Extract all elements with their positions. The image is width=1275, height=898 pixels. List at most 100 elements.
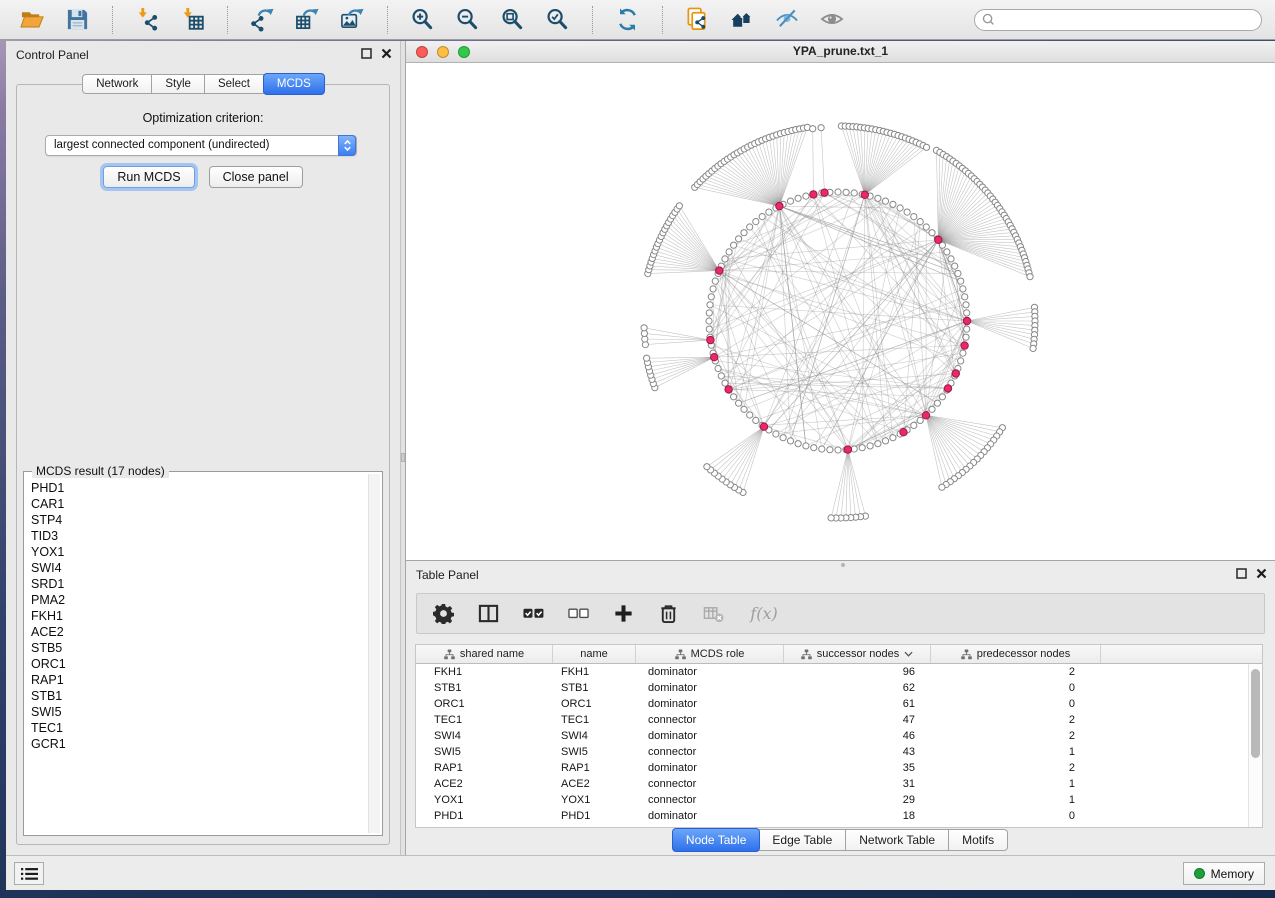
graph-node[interactable] (964, 310, 970, 316)
graph-node[interactable] (747, 412, 753, 418)
import-table-icon[interactable] (179, 6, 206, 33)
window-minimize-icon[interactable] (437, 46, 449, 58)
graph-node[interactable] (766, 209, 772, 215)
graph-node[interactable] (780, 435, 786, 441)
mcds-hub-node[interactable] (922, 412, 929, 419)
graph-node[interactable] (867, 443, 873, 449)
mcds-result-item[interactable]: ORC1 (31, 656, 366, 672)
graph-node[interactable] (706, 318, 712, 324)
tab-node-table[interactable]: Node Table (672, 828, 761, 852)
network-canvas[interactable] (406, 63, 1275, 560)
graph-node[interactable] (828, 515, 834, 521)
zoom-in-icon[interactable] (409, 6, 436, 33)
graph-node[interactable] (787, 198, 793, 204)
graph-node[interactable] (1030, 345, 1036, 351)
graph-node[interactable] (731, 394, 737, 400)
graph-node[interactable] (882, 198, 888, 204)
graph-node[interactable] (904, 209, 910, 215)
show-columns-icon[interactable] (477, 603, 499, 625)
graph-node[interactable] (710, 286, 716, 292)
mcds-result-item[interactable]: SWI5 (31, 704, 366, 720)
graph-node[interactable] (811, 445, 817, 451)
mcds-hub-node[interactable] (961, 342, 968, 349)
open-session-icon[interactable] (19, 6, 46, 33)
table-row[interactable]: STB1STB1dominator620 (416, 680, 1248, 696)
graph-node[interactable] (958, 358, 964, 364)
graph-node[interactable] (835, 189, 841, 195)
graph-node[interactable] (795, 195, 801, 201)
graph-node[interactable] (795, 441, 801, 447)
mcds-result-item[interactable]: FKH1 (31, 608, 366, 624)
graph-node[interactable] (843, 189, 849, 195)
graph-node[interactable] (747, 224, 753, 230)
graph-node[interactable] (773, 431, 779, 437)
mcds-hub-node[interactable] (900, 429, 907, 436)
mcds-result-item[interactable]: SWI4 (31, 560, 366, 576)
select-all-icon[interactable] (522, 603, 544, 625)
float-panel-icon[interactable] (361, 48, 372, 59)
export-table-icon[interactable] (294, 6, 321, 33)
graph-node[interactable] (944, 249, 950, 255)
close-panel-icon[interactable] (1256, 568, 1267, 579)
graph-node[interactable] (955, 270, 961, 276)
mcds-hub-node[interactable] (810, 191, 817, 198)
deselect-all-icon[interactable] (567, 603, 589, 625)
tab-network[interactable]: Network (82, 74, 152, 94)
table-row[interactable]: ACE2ACE2connector311 (416, 776, 1248, 792)
mcds-hub-node[interactable] (952, 370, 959, 377)
mcds-result-item[interactable]: CAR1 (31, 496, 366, 512)
clone-network-icon[interactable] (684, 6, 711, 33)
tab-network-table[interactable]: Network Table (846, 829, 949, 851)
mcds-hub-node[interactable] (716, 267, 723, 274)
mcds-list-scrollbar[interactable] (368, 474, 380, 833)
column-header-MCDS-role[interactable]: MCDS role (636, 645, 784, 663)
mcds-result-item[interactable]: PHD1 (31, 480, 366, 496)
column-header-predecessor-nodes[interactable]: predecessor nodes (931, 645, 1101, 663)
graph-node[interactable] (929, 406, 935, 412)
graph-node[interactable] (731, 242, 737, 248)
save-session-icon[interactable] (64, 6, 91, 33)
delete-column-icon[interactable] (657, 603, 679, 625)
float-panel-icon[interactable] (1236, 568, 1247, 579)
memory-button[interactable]: Memory (1183, 862, 1265, 885)
graph-node[interactable] (929, 230, 935, 236)
mcds-hub-node[interactable] (760, 423, 767, 430)
graph-node[interactable] (939, 484, 945, 490)
graph-node[interactable] (897, 205, 903, 211)
graph-node[interactable] (875, 195, 881, 201)
mcds-result-item[interactable]: STB1 (31, 688, 366, 704)
graph-node[interactable] (962, 294, 968, 300)
import-network-icon[interactable] (134, 6, 161, 33)
mcds-result-item[interactable]: TID3 (31, 528, 366, 544)
column-header-shared-name[interactable]: shared name (416, 645, 553, 663)
search-input[interactable] (999, 13, 1249, 27)
mcds-hub-node[interactable] (944, 385, 951, 392)
table-row[interactable]: YOX1YOX1connector291 (416, 792, 1248, 808)
table-row[interactable]: RAP1RAP1dominator352 (416, 760, 1248, 776)
graph-node[interactable] (736, 236, 742, 242)
graph-node[interactable] (810, 126, 816, 132)
mcds-result-item[interactable]: SRD1 (31, 576, 366, 592)
graph-node[interactable] (706, 326, 712, 332)
close-panel-button[interactable]: Close panel (209, 166, 303, 188)
mcds-hub-node[interactable] (935, 236, 942, 243)
graph-node[interactable] (736, 400, 742, 406)
graph-node[interactable] (923, 224, 929, 230)
mcds-result-item[interactable]: STB5 (31, 640, 366, 656)
graph-node[interactable] (960, 286, 966, 292)
column-header-successor-nodes[interactable]: successor nodes (784, 645, 931, 663)
graph-node[interactable] (704, 464, 710, 470)
graph-node[interactable] (718, 373, 724, 379)
tab-edge-table[interactable]: Edge Table (759, 829, 846, 851)
close-panel-icon[interactable] (381, 48, 392, 59)
graph-node[interactable] (787, 438, 793, 444)
graph-node[interactable] (753, 219, 759, 225)
graph-node[interactable] (712, 278, 718, 284)
graph-node[interactable] (722, 256, 728, 262)
graph-node[interactable] (952, 263, 958, 269)
mcds-hub-node[interactable] (821, 189, 828, 196)
graph-node[interactable] (706, 310, 712, 316)
graph-node[interactable] (911, 422, 917, 428)
divider-handle[interactable] (401, 453, 405, 462)
graph-node[interactable] (934, 400, 940, 406)
